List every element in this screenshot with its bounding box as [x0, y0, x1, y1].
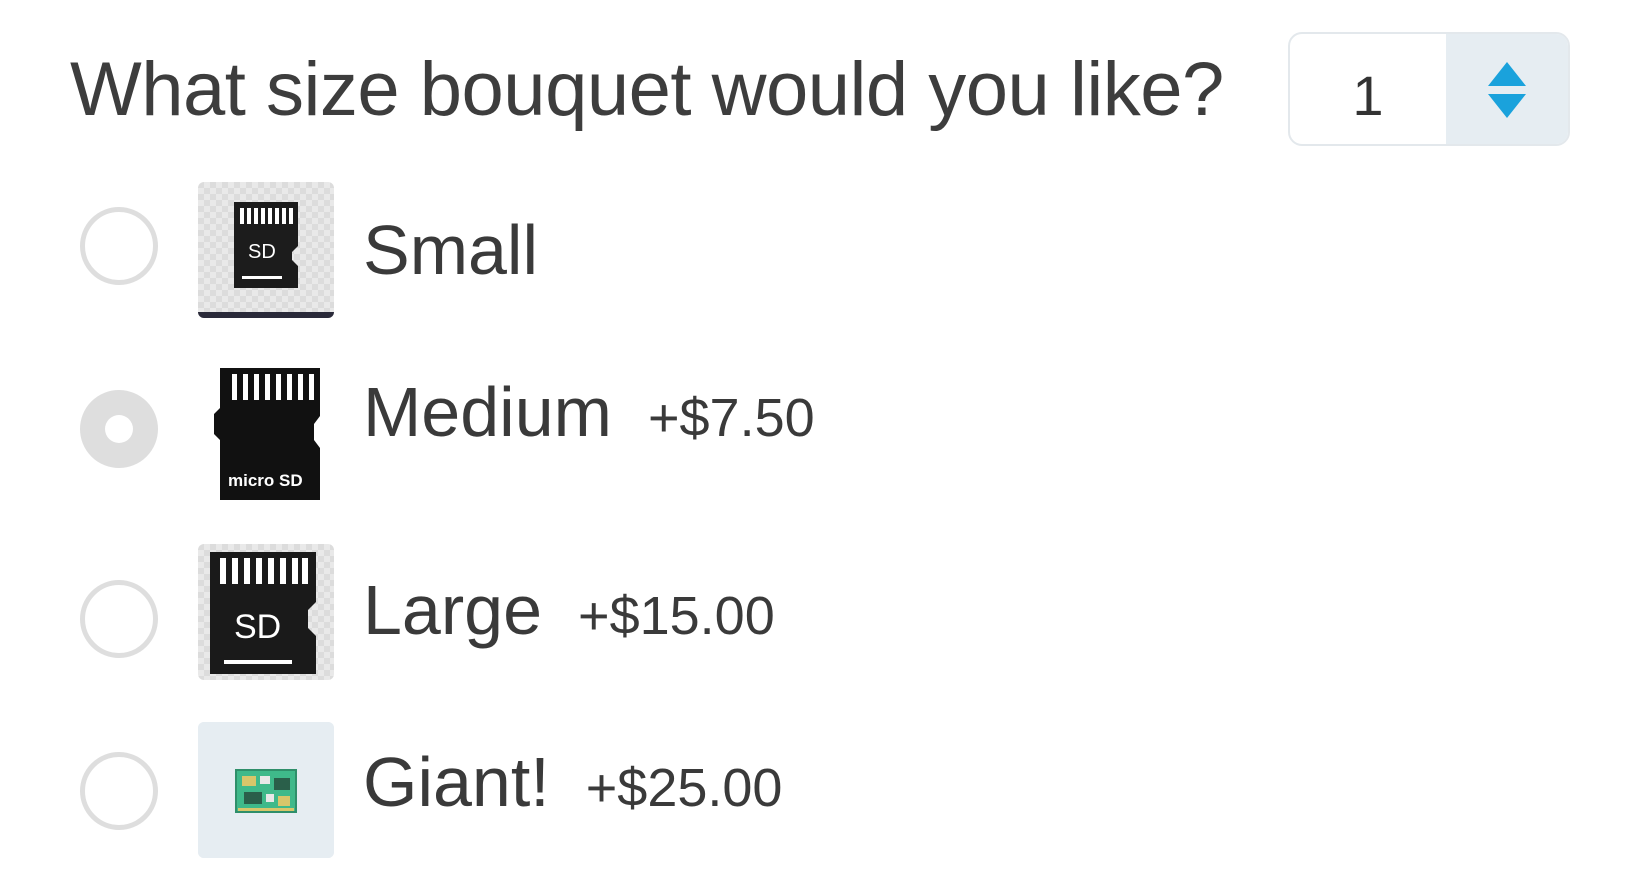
option-label: Giant!	[363, 743, 550, 821]
radio-medium[interactable]	[80, 390, 158, 468]
decrement-icon[interactable]	[1488, 94, 1526, 118]
radio-large[interactable]	[80, 580, 158, 658]
option-medium[interactable]: micro SD Medium +$7.50	[0, 360, 1640, 500]
option-label: Small	[363, 211, 539, 289]
microsd-card-icon: micro SD	[198, 364, 334, 500]
radio-small[interactable]	[80, 207, 158, 285]
sd-card-icon: SD	[198, 182, 334, 318]
option-price: +$7.50	[647, 388, 815, 448]
sd-card-text: SD	[234, 608, 281, 646]
microsd-text: micro SD	[228, 471, 303, 490]
option-medium-text: Medium +$7.50	[363, 372, 815, 458]
option-giant-text: Giant! +$25.00	[363, 742, 782, 828]
question-heading: What size bouquet would you like?	[70, 47, 1224, 132]
option-small-text: Small	[363, 210, 574, 296]
option-giant[interactable]: Giant! +$25.00	[0, 720, 1640, 860]
radio-giant[interactable]	[80, 752, 158, 830]
sd-card-text: SD	[248, 241, 276, 263]
stepper-arrows[interactable]	[1446, 34, 1568, 144]
option-small[interactable]: SD Small	[0, 180, 1640, 320]
option-label: Medium	[363, 373, 612, 451]
sd-card-icon: SD	[198, 544, 334, 680]
increment-icon[interactable]	[1488, 62, 1526, 86]
option-price: +$15.00	[578, 586, 775, 646]
circuit-board-icon	[198, 722, 334, 858]
option-label: Large	[363, 571, 543, 649]
quantity-stepper[interactable]: 1	[1288, 32, 1570, 146]
option-large[interactable]: SD Large +$15.00	[0, 540, 1640, 680]
quantity-input[interactable]: 1	[1290, 34, 1446, 144]
option-large-text: Large +$15.00	[363, 570, 775, 656]
option-price: +$25.00	[585, 758, 783, 818]
